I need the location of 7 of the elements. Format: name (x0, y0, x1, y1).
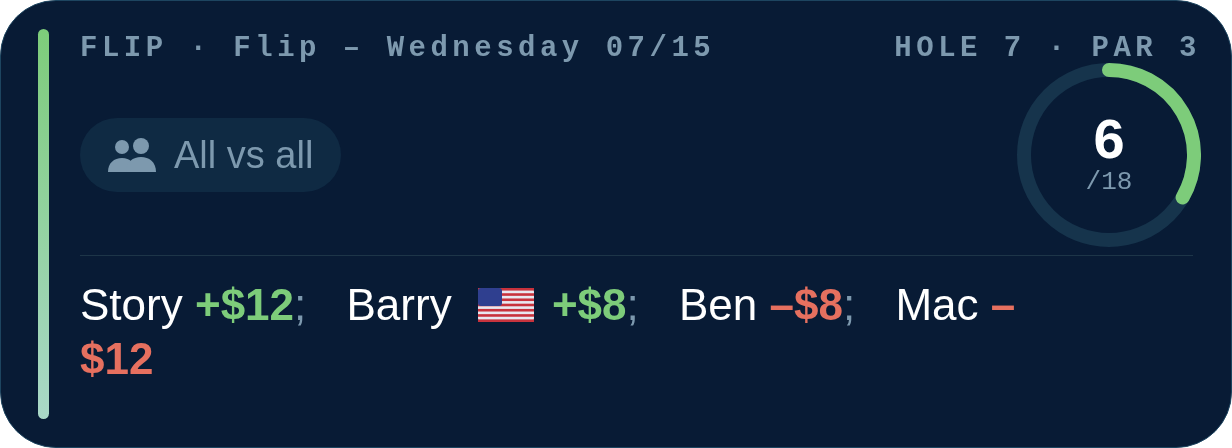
game-title: FLIP · Flip – Wednesday 07/15 (80, 31, 716, 67)
hole-number: 6 (1093, 111, 1125, 168)
results-sentence: Story +$12; Barry +$8; Ben –$8; Mac –$12 (80, 279, 1017, 385)
hole-info: HOLE 7 · PAR 3 (894, 31, 1201, 67)
people-icon (108, 138, 156, 172)
format-chip[interactable]: All vs all (80, 118, 342, 192)
hole-total: /18 (1085, 167, 1133, 199)
